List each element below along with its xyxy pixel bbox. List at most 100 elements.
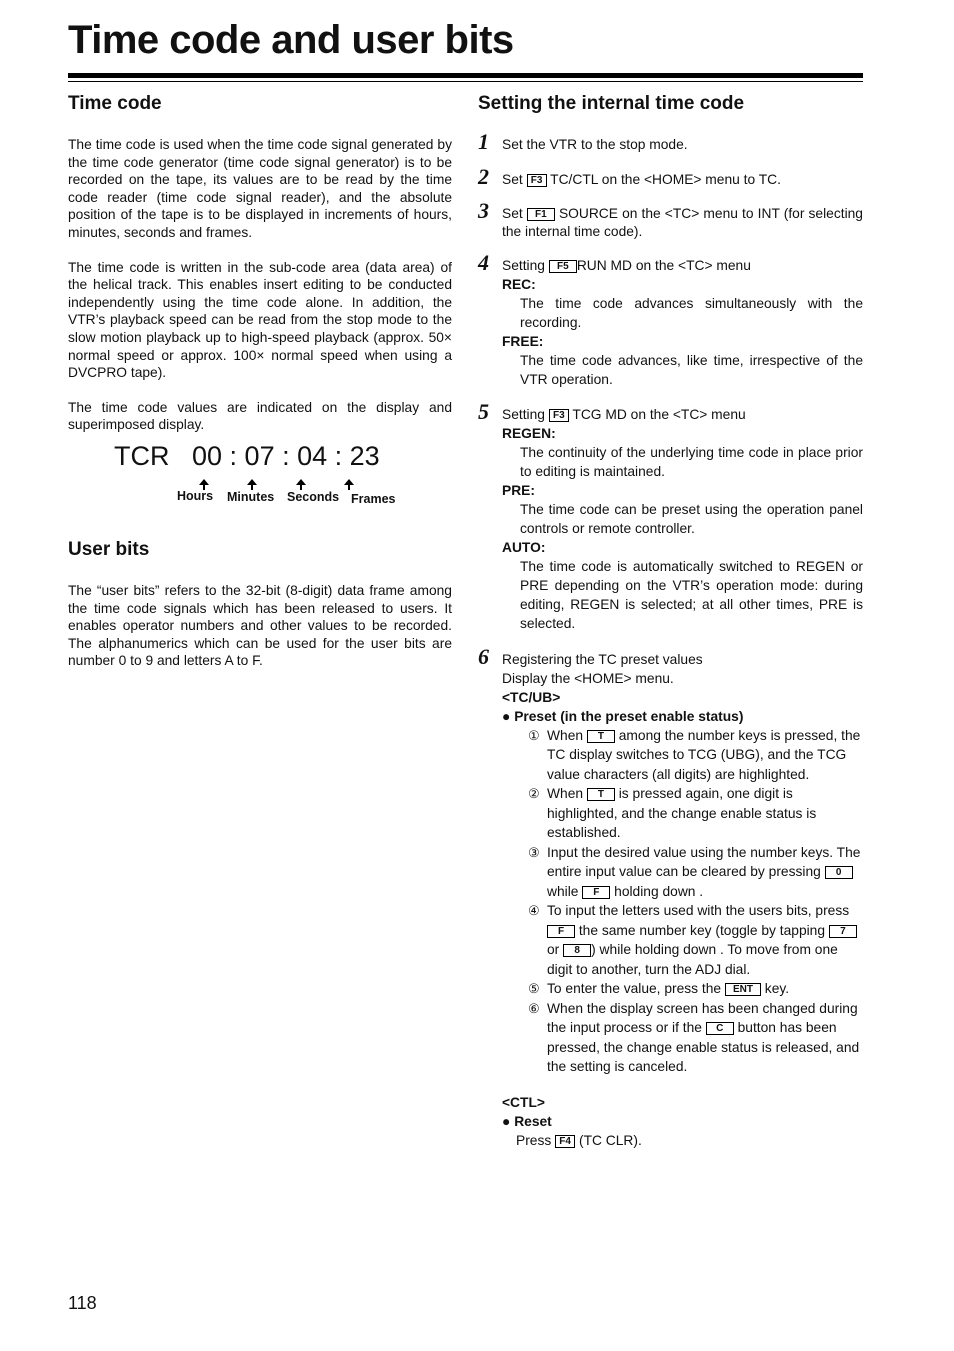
user-bits-heading: User bits	[68, 538, 150, 560]
circled-number: ②	[528, 786, 540, 802]
sub-item-3: ③ Input the desired value using the numb…	[526, 843, 863, 902]
sub-item-4: ④ To input the letters used with the use…	[526, 901, 863, 979]
tc-label-frames: Frames	[351, 491, 396, 506]
option-term: PRE:	[502, 482, 535, 498]
arrow-stem	[348, 483, 350, 490]
left-column: Time code The time code is used when the…	[68, 92, 452, 670]
key-8: 8	[563, 944, 592, 958]
user-bits-paragraph: The “user bits” refers to the 32-bit (8-…	[68, 582, 452, 669]
step-3: 3 Set F1 SOURCE on the <TC> menu to INT …	[478, 198, 863, 240]
step-text: Registering the TC preset values	[502, 651, 703, 667]
ctl-label: <CTL>	[502, 1094, 545, 1110]
bullet-text: Reset	[514, 1113, 552, 1129]
page-title: Time code and user bits	[68, 18, 514, 62]
circled-number: ④	[528, 903, 540, 919]
sub-text: Input the desired value using the number…	[547, 844, 861, 880]
key-f5: F5	[548, 260, 577, 274]
title-rule-thin	[68, 81, 863, 82]
option-description: The time code is automatically switched …	[520, 558, 863, 631]
key-t: T	[586, 729, 615, 743]
tc-label-minutes: Minutes	[227, 489, 275, 504]
internal-tc-heading: Setting the internal time code	[478, 93, 745, 114]
bullet-icon: ●	[502, 708, 511, 724]
key-t: T	[586, 788, 615, 802]
reset-text: Press	[516, 1132, 552, 1148]
step-text: Setting	[502, 406, 545, 422]
title-rule-thick	[68, 73, 863, 78]
preset-bullet: ● Preset (in the preset enable status)	[502, 707, 863, 726]
sub-text: the same number key (toggle by tapping	[578, 922, 826, 938]
circled-number: ①	[528, 727, 540, 743]
step-number: 3	[478, 198, 489, 224]
option-term: AUTO:	[502, 539, 546, 555]
tc-readout: TCR 00 : 07 : 04 : 23	[114, 442, 380, 469]
option-term: REGEN:	[502, 425, 556, 441]
circled-number: ③	[528, 844, 540, 860]
step-text: TC/CTL on the <HOME> menu to TC.	[550, 171, 781, 187]
option-description: The time code advances, like time, irres…	[520, 352, 863, 387]
key-f3: F3	[526, 173, 547, 187]
step-text: Set the VTR to the stop mode.	[502, 137, 688, 152]
step-number: 1	[478, 129, 489, 154]
tcub-label: <TC/UB>	[502, 689, 561, 705]
time-code-paragraph: The time code is written in the sub-code…	[68, 259, 452, 381]
key-f1: F1	[526, 208, 555, 222]
step-text: Setting	[502, 258, 545, 274]
step-text: RUN MD on the <TC> menu	[576, 258, 751, 274]
tc-prefix: TCR	[114, 440, 170, 471]
key-f4: F4	[555, 1134, 576, 1148]
step-5: 5 Setting F3 TCG MD on the <TC> menu REG…	[478, 398, 863, 633]
time-code-paragraph: The time code is used when the time code…	[68, 137, 452, 240]
circled-number: ⑥	[528, 1000, 540, 1016]
step-text: SOURCE on the <TC> menu to INT (for sele…	[502, 206, 863, 239]
key-f3: F3	[548, 408, 569, 422]
time-code-display-diagram: TCR 00 : 07 : 04 : 23 Hours Minutes Seco…	[68, 442, 452, 538]
step-number: 4	[478, 250, 489, 276]
step-4: 4 Setting F5 RUN MD on the <TC> menu REC:…	[478, 250, 863, 389]
sub-text: while	[547, 883, 579, 899]
key-f: F	[547, 924, 575, 938]
right-column: Setting the internal time code 1 Set the…	[478, 92, 863, 1167]
step-text: Set	[502, 206, 523, 222]
step-text: Set	[502, 171, 523, 187]
option-term: REC:	[502, 276, 536, 292]
tc-label-seconds: Seconds	[287, 489, 340, 504]
option-description: The time code advances simultaneously wi…	[520, 295, 863, 330]
sub-text: key.	[764, 981, 790, 997]
option-description: The continuity of the underlying time co…	[520, 444, 863, 479]
tc-value: 00 : 07 : 04 : 23	[192, 440, 380, 471]
sub-item-2: ② When T is pressed again, one digit is …	[526, 784, 863, 843]
time-code-paragraph: The time code values are indicated on th…	[68, 399, 452, 433]
circled-number: ⑤	[528, 981, 540, 997]
sub-text: When	[547, 786, 584, 802]
sub-text: To input the letters used with the users…	[547, 903, 850, 919]
sub-text: When	[547, 727, 584, 743]
option-term: FREE:	[502, 333, 544, 349]
time-code-heading: Time code	[68, 93, 162, 114]
reset-bullet: ● Reset	[502, 1112, 863, 1131]
key-7: 7	[828, 924, 857, 938]
reset-text: (TC CLR).	[578, 1132, 642, 1148]
bullet-text: Preset (in the preset enable status)	[514, 708, 744, 724]
sub-text: or	[547, 942, 560, 958]
key-ent: ENT	[724, 983, 761, 997]
step-6: 6 Registering the TC preset values Displ…	[478, 643, 863, 1150]
step-text: Display the <HOME> menu.	[502, 670, 674, 686]
sub-text: holding down .	[614, 883, 704, 899]
reset-instruction: Press F4 (TC CLR).	[502, 1131, 863, 1150]
step-1: 1 Set the VTR to the stop mode.	[478, 129, 863, 154]
tc-label-hours: Hours	[177, 488, 214, 503]
step-number: 2	[478, 163, 489, 189]
step-number: 5	[478, 398, 489, 424]
key-0: 0	[824, 866, 853, 880]
step-2: 2 Set F3 TC/CTL on the <HOME> menu to TC…	[478, 163, 863, 189]
sub-item-5: ⑤ To enter the value, press the ENT key.	[526, 979, 863, 999]
sub-text: To enter the value, press the	[547, 981, 722, 997]
bullet-icon: ●	[502, 1113, 511, 1129]
sub-item-6: ⑥ When the display screen has been chang…	[526, 999, 863, 1077]
sub-text: ) while holding down . To move from one …	[547, 942, 838, 977]
key-c: C	[705, 1022, 734, 1036]
step-number: 6	[478, 643, 489, 669]
option-description: The time code can be preset using the op…	[520, 501, 863, 536]
page-number: 118	[68, 1293, 97, 1313]
